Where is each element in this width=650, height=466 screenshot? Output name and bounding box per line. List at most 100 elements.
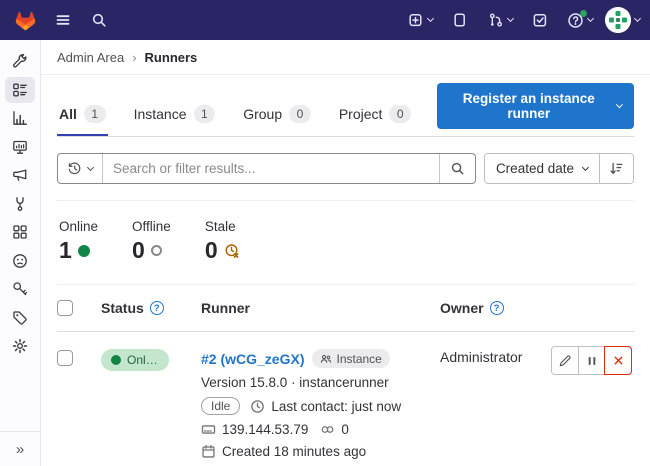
- tab-count-badge: 0: [389, 105, 411, 123]
- runner-table-header: Status ? Runner Owner ?: [57, 284, 634, 332]
- pause-runner-button[interactable]: [578, 347, 604, 374]
- search-icon: [91, 12, 107, 28]
- sidebar-item-abuse-reports[interactable]: [5, 248, 35, 274]
- pencil-icon: [558, 354, 572, 368]
- stat-label: Stale: [205, 219, 240, 234]
- created-ago-text: Created 18 minutes ago: [222, 444, 366, 459]
- sidebar-item-labels[interactable]: [5, 305, 35, 331]
- stat-label: Offline: [132, 219, 171, 234]
- key-icon: [12, 281, 28, 297]
- navbar-right: [405, 5, 640, 35]
- runner-type-label: Instance: [336, 352, 381, 366]
- tab-label: Project: [339, 106, 383, 122]
- idle-badge: Idle: [201, 397, 240, 415]
- issues-button[interactable]: [445, 5, 475, 35]
- stat-offline: Offline 0: [132, 219, 171, 264]
- stat-stale: Stale 0: [205, 219, 240, 264]
- register-instance-runner-button[interactable]: Register an instance runner: [437, 83, 634, 129]
- online-status-badge: Online: [101, 349, 169, 371]
- runner-name-link[interactable]: #2 (wCG_zeGX): [201, 351, 304, 367]
- search-filter-input[interactable]: [103, 161, 439, 176]
- user-avatar: [605, 7, 631, 33]
- navbar-left: [8, 3, 114, 37]
- tab-instance[interactable]: Instance 1: [132, 93, 218, 136]
- sort-by-dropdown[interactable]: Created date: [485, 154, 599, 183]
- hamburger-icon: [55, 12, 71, 28]
- chevron-down-icon: [587, 15, 594, 22]
- select-all-checkbox[interactable]: [57, 300, 73, 316]
- owner-help-icon[interactable]: ?: [490, 301, 504, 315]
- sidebar-item-messages[interactable]: [5, 162, 35, 188]
- status-help-icon[interactable]: ?: [150, 301, 164, 315]
- runner-column-header: Runner: [201, 300, 440, 316]
- runner-version-text: Version 15.8.0 · instancerunner: [201, 375, 389, 390]
- user-menu-button[interactable]: [605, 5, 640, 35]
- tab-group[interactable]: Group 0: [241, 93, 313, 136]
- plus-square-icon: [408, 12, 424, 28]
- status-column-header: Status ?: [101, 300, 201, 316]
- sidebar-item-overview[interactable]: [5, 77, 35, 103]
- wrench-icon: [12, 53, 28, 69]
- tab-label: All: [59, 106, 77, 122]
- global-search-button[interactable]: [84, 5, 114, 35]
- sidebar-item-applications[interactable]: [5, 219, 35, 245]
- help-icon-wrap: [567, 12, 584, 29]
- merge-requests-button[interactable]: [485, 5, 515, 35]
- admin-sidebar: »: [0, 40, 41, 466]
- owner-link[interactable]: Administrator: [440, 349, 522, 365]
- sidebar-item-admin-area[interactable]: [5, 48, 35, 74]
- sidebar-item-settings[interactable]: [5, 333, 35, 359]
- link-icon: [320, 422, 335, 437]
- status-header-label: Status: [101, 300, 144, 316]
- sort-by-label: Created date: [496, 161, 574, 176]
- register-button-label: Register an instance runner: [449, 91, 608, 121]
- offline-ring-icon: [151, 245, 162, 256]
- help-menu-button[interactable]: [565, 5, 595, 35]
- gitlab-logo[interactable]: [8, 3, 42, 37]
- sidebar-item-analytics[interactable]: [5, 105, 35, 131]
- runner-created-line: Created 18 minutes ago: [201, 444, 440, 459]
- runner-stats: Online 1 Offline 0 Stale 0: [57, 201, 634, 284]
- breadcrumb-current-page: Runners: [145, 50, 198, 65]
- filter-bar: Created date: [57, 153, 634, 184]
- sidebar-item-deploy-keys[interactable]: [5, 276, 35, 302]
- stat-value: 0: [205, 237, 218, 264]
- history-clock-icon: [67, 161, 82, 176]
- submit-search-button[interactable]: [439, 154, 475, 183]
- owner-header-label: Owner: [440, 300, 484, 316]
- sidebar-toggle-button[interactable]: [48, 5, 78, 35]
- stale-clock-x-icon: [224, 243, 240, 259]
- status-cell: Online: [101, 346, 201, 371]
- recent-searches-button[interactable]: [58, 154, 103, 183]
- tab-project[interactable]: Project 0: [337, 93, 413, 136]
- chevron-down-icon: [582, 163, 589, 170]
- delete-runner-button[interactable]: [604, 346, 632, 375]
- sidebar-item-monitoring[interactable]: [5, 134, 35, 160]
- search-filter-box: [57, 153, 476, 184]
- sidebar-item-system-hooks[interactable]: [5, 191, 35, 217]
- stat-label: Online: [59, 219, 98, 234]
- tab-count-badge: 0: [289, 105, 311, 123]
- frown-face-icon: [12, 253, 28, 269]
- breadcrumb-admin-area-link[interactable]: Admin Area: [57, 50, 124, 65]
- breadcrumb-separator-icon: ›: [132, 50, 136, 65]
- chart-icon: [12, 110, 28, 126]
- chevron-down-icon: [634, 15, 641, 22]
- last-contact-text: Last contact: just now: [271, 399, 401, 414]
- tab-label: Instance: [134, 106, 187, 122]
- notification-dot: [580, 10, 587, 17]
- todos-button[interactable]: [525, 5, 555, 35]
- disk-icon: [201, 422, 216, 437]
- sort-controls: Created date: [484, 153, 634, 184]
- tab-label: Group: [243, 106, 282, 122]
- tab-all[interactable]: All 1: [57, 93, 108, 136]
- edit-runner-button[interactable]: [552, 347, 578, 374]
- sidebar-collapse-button[interactable]: »: [0, 431, 40, 458]
- new-menu-button[interactable]: [405, 5, 435, 35]
- online-dot-icon: [78, 245, 90, 257]
- stat-online: Online 1: [59, 219, 98, 264]
- sort-direction-button[interactable]: [599, 154, 633, 183]
- monitor-icon: [12, 139, 28, 155]
- megaphone-icon: [12, 167, 28, 183]
- select-row-checkbox[interactable]: [57, 350, 73, 366]
